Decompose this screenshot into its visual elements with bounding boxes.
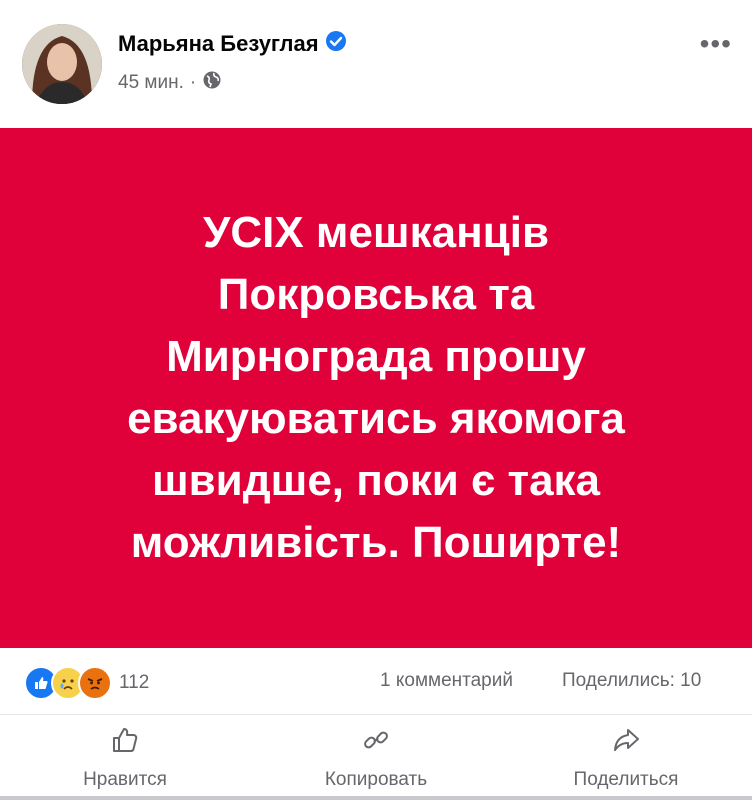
share-label: Поделиться xyxy=(573,769,679,790)
shares-count[interactable]: Поделились: 10 xyxy=(562,670,701,692)
post-banner[interactable]: УСІХ мешканців Покровська та Мирнограда … xyxy=(0,128,752,648)
verified-icon xyxy=(325,30,347,58)
thumbs-up-icon xyxy=(25,725,225,761)
meta-separator: · xyxy=(189,72,197,93)
copy-label: Копировать xyxy=(324,769,428,790)
author-name[interactable]: Марьяна Безуглая xyxy=(118,30,347,58)
angry-reaction-icon xyxy=(78,666,112,700)
avatar[interactable] xyxy=(22,24,102,104)
like-label: Нравится xyxy=(83,769,167,790)
more-options-button[interactable]: ••• xyxy=(700,28,732,60)
reaction-count[interactable]: 112 xyxy=(119,672,149,694)
post-header: Марьяна Безуглая 45 мин. · ••• xyxy=(0,0,752,128)
post-actions: Нравится Копировать Поделиться xyxy=(0,714,752,801)
share-arrow-icon xyxy=(526,725,726,761)
comments-count[interactable]: 1 комментарий xyxy=(380,670,513,692)
copy-link-button[interactable]: Копировать xyxy=(276,725,476,791)
globe-icon xyxy=(202,70,222,96)
link-icon xyxy=(276,725,476,761)
banner-text: УСІХ мешканців Покровська та Мирнограда … xyxy=(127,208,625,567)
reactions-summary[interactable]: 112 xyxy=(24,666,149,700)
like-button[interactable]: Нравится xyxy=(25,725,225,791)
post-meta: 45 мин. · xyxy=(118,70,222,96)
author-name-label[interactable]: Марьяна Безуглая xyxy=(118,31,319,57)
share-button[interactable]: Поделиться xyxy=(526,725,726,791)
post-time[interactable]: 45 мин. xyxy=(118,72,184,94)
post-stats: 112 1 комментарий Поделились: 10 xyxy=(0,648,752,714)
bottom-divider xyxy=(0,796,752,800)
